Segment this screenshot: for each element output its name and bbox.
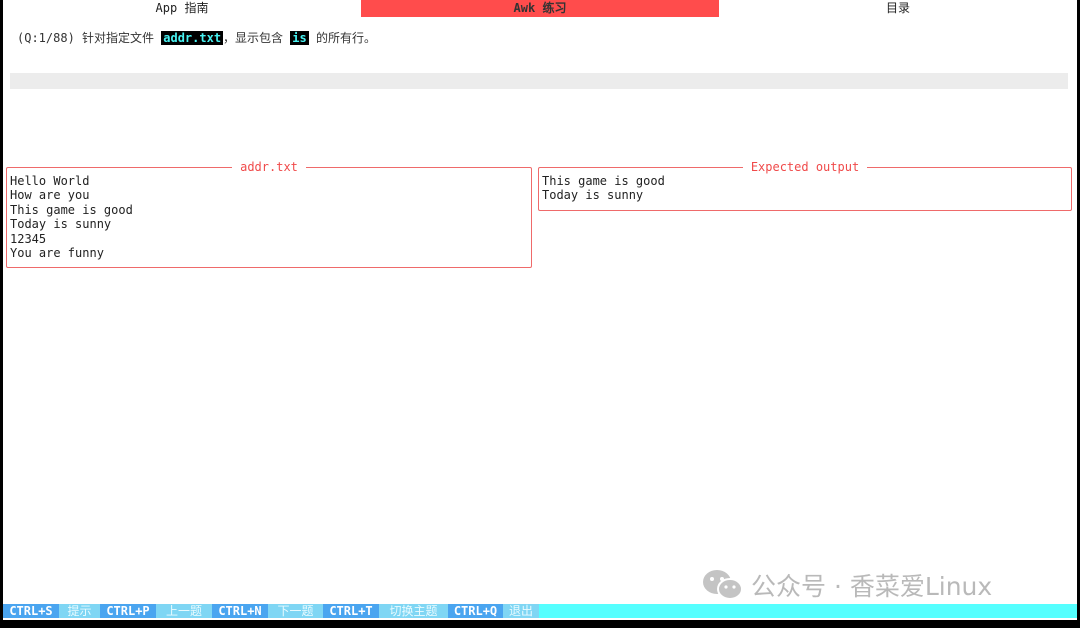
shortcut-label-prev[interactable]: 上一题 [156, 604, 212, 618]
file-line: Hello World [10, 174, 90, 188]
question-file-highlight: addr.txt [161, 31, 224, 45]
output-panel-title: Expected output [742, 160, 868, 174]
question-middle: ，显示包含 [223, 31, 291, 45]
expected-output-panel: Expected output This game is good Today i… [538, 160, 1072, 211]
question-text: (Q:1/88) 针对指定文件 addr.txt ，显示包含 is 的所有行。 [17, 31, 376, 46]
wechat-logo-icon [703, 570, 743, 600]
tab-contents[interactable]: 目录 [719, 0, 1077, 17]
shortcut-key-prev[interactable]: CTRL+P [100, 604, 156, 618]
command-input[interactable] [10, 73, 1068, 89]
file-content-body: Hello World How are you This game is good T… [7, 168, 531, 260]
watermark-text: 公众号 · 香菜爱Linux [751, 572, 993, 601]
output-line: Today is sunny [542, 188, 644, 203]
shortcut-key-theme[interactable]: CTRL+T [323, 604, 379, 618]
question-prefix: (Q:1/88) 针对指定文件 [17, 31, 162, 45]
file-content-panel: addr.txt Hello World How are you This game… [6, 160, 532, 268]
file-panel-title: addr.txt [232, 160, 306, 174]
shortcut-label-next[interactable]: 下一题 [268, 604, 323, 618]
app-window: App 指南 Awk 练习 目录 (Q:1/88) 针对指定文件 addr.tx… [3, 0, 1077, 620]
tab-awk-practice[interactable]: Awk 练习 [361, 0, 719, 17]
watermark: 公众号 · 香菜爱Linux [701, 568, 992, 602]
file-line: How are you [10, 188, 90, 203]
tab-app-guide[interactable]: App 指南 [3, 0, 361, 17]
shortcut-bar: CTRL+S 提示 CTRL+P 上一题 CTRL+N 下一题 CTRL+T 切… [3, 604, 1077, 618]
question-suffix: 的所有行。 [308, 31, 376, 45]
shortcut-key-hint[interactable]: CTRL+S [3, 604, 59, 618]
file-line: You are funny [10, 246, 104, 261]
shortcut-label-hint[interactable]: 提示 [59, 604, 100, 618]
shortcut-key-next[interactable]: CTRL+N [212, 604, 268, 618]
tab-bar: App 指南 Awk 练习 目录 [3, 0, 1077, 17]
shortcut-label-quit[interactable]: 退出 [503, 604, 539, 618]
shortcut-key-quit[interactable]: CTRL+Q [448, 604, 503, 618]
output-line: This game is good [542, 174, 665, 188]
shortcut-label-theme[interactable]: 切换主题 [379, 604, 448, 618]
file-line: Today is sunny [10, 217, 112, 232]
question-keyword-highlight: is [290, 31, 309, 45]
file-line: 12345 [10, 231, 47, 246]
file-line: This game is good [10, 202, 133, 217]
